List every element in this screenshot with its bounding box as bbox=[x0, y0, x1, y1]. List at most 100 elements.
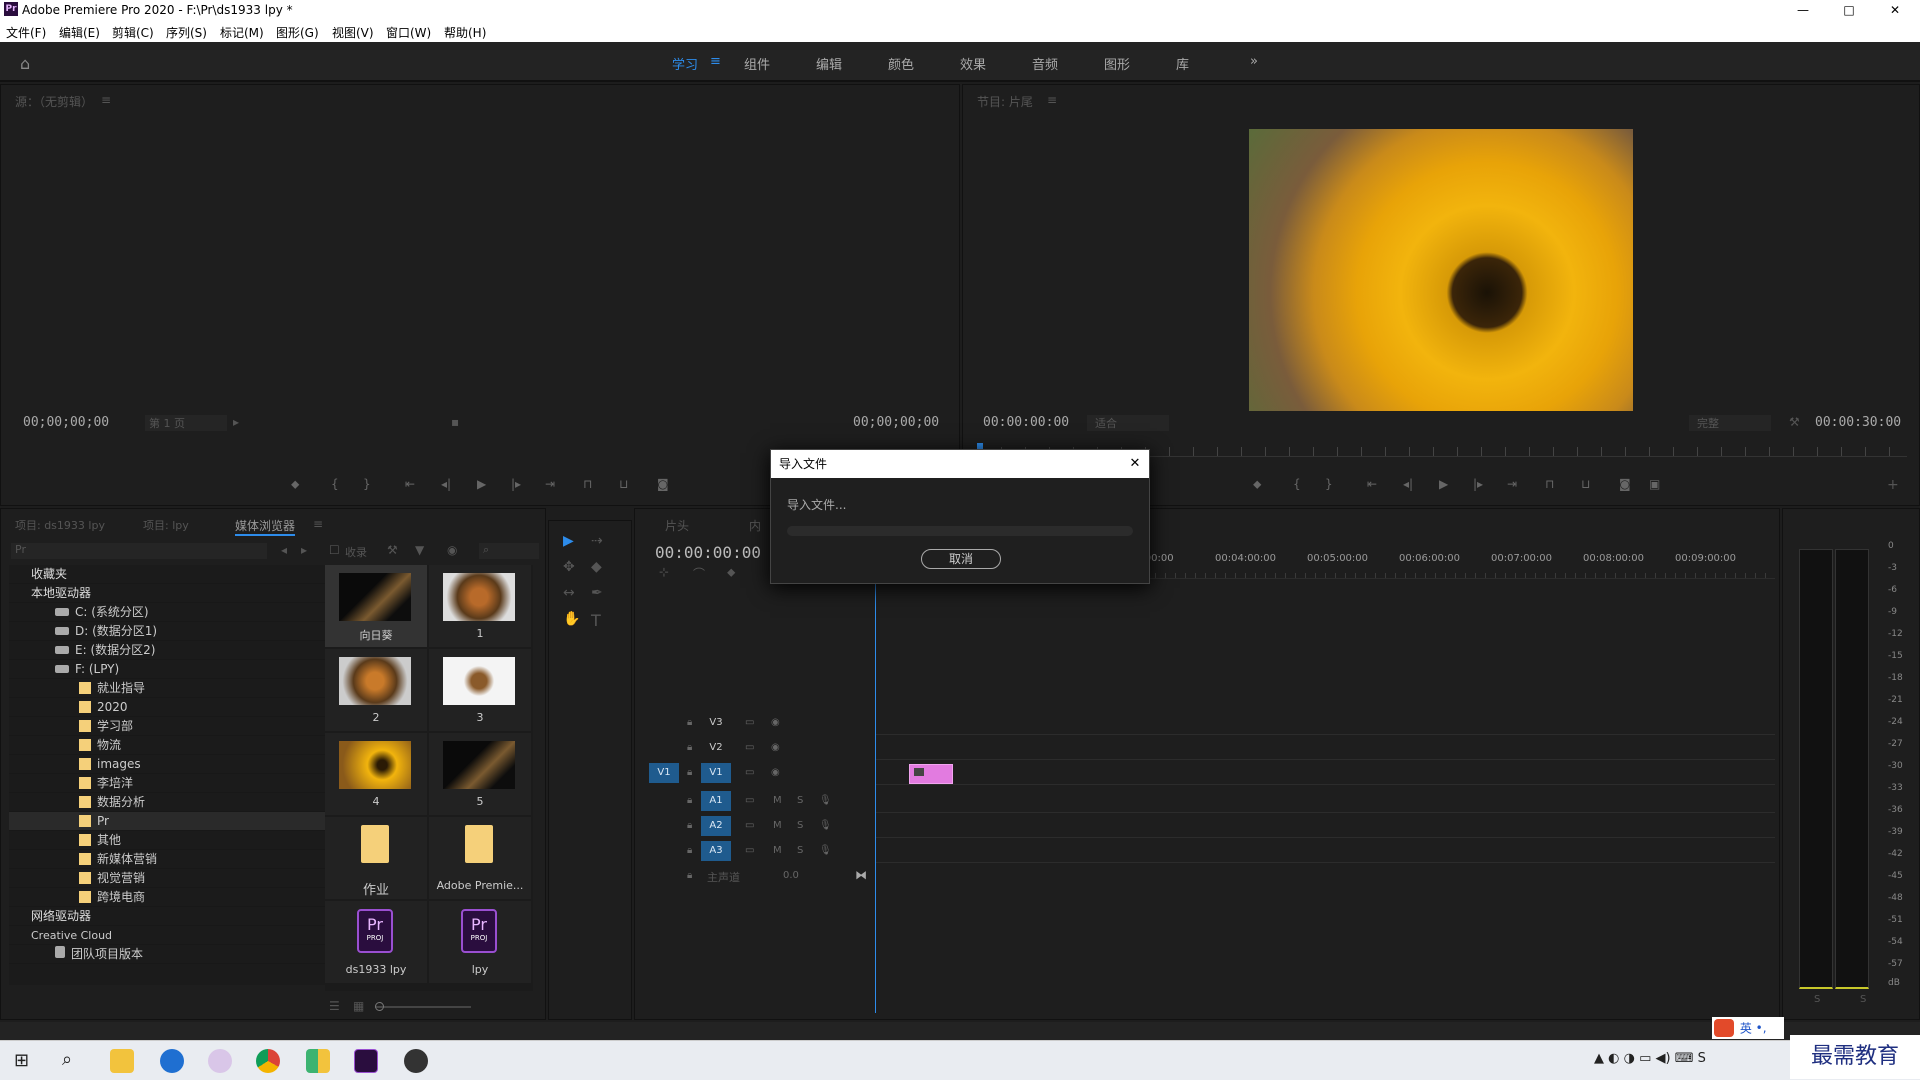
source-timecode-right[interactable]: 00;00;00;00 bbox=[853, 415, 939, 430]
program-export-frame-icon[interactable]: ◙ bbox=[1619, 477, 1631, 491]
thumbnail-item[interactable]: Pr PROJ ds1933 lpy bbox=[325, 901, 427, 983]
program-play-icon[interactable]: ▶ bbox=[1439, 477, 1448, 491]
tab-project-lpy[interactable]: 项目: lpy bbox=[143, 517, 189, 533]
compare-icon[interactable]: ▣ bbox=[1649, 477, 1660, 491]
lock-icon[interactable]: 🔒︎ bbox=[687, 870, 692, 881]
tree-network-drives[interactable]: 网络驱动器 bbox=[9, 907, 327, 926]
track-header-master[interactable]: 🔒︎ 主声道 0.0 ⧓ bbox=[635, 864, 875, 888]
play-small-icon[interactable]: ▸ bbox=[233, 415, 239, 429]
tree-creative-cloud[interactable]: Creative Cloud bbox=[9, 926, 327, 945]
tab-media-browser[interactable]: 媒体浏览器 bbox=[235, 517, 296, 536]
mute-button[interactable]: M bbox=[773, 820, 782, 831]
linked-selection-icon[interactable]: ⌒ bbox=[693, 565, 705, 582]
tree-team-projects[interactable]: 团队项目版本 bbox=[9, 945, 327, 964]
menu-help[interactable]: 帮助(H) bbox=[444, 24, 486, 41]
menu-clip[interactable]: 剪辑(C) bbox=[112, 24, 154, 41]
program-timecode-right[interactable]: 00:00:30:00 bbox=[1815, 415, 1901, 430]
add-button-icon[interactable]: + bbox=[1887, 477, 1899, 493]
track-lane-v1[interactable] bbox=[875, 761, 1775, 785]
premiere-taskbar-icon[interactable] bbox=[354, 1049, 378, 1073]
thumbnail-item[interactable]: 向日葵 bbox=[325, 565, 427, 647]
razor-tool-icon[interactable]: ◆ bbox=[591, 559, 602, 575]
thumbnail-item[interactable]: 2 bbox=[325, 649, 427, 731]
program-monitor-title[interactable]: 节目: 片尾 bbox=[977, 93, 1033, 110]
forward-arrow-icon[interactable]: ▸ bbox=[301, 543, 307, 557]
thumbnail-item[interactable]: Adobe Premie... bbox=[429, 817, 531, 899]
selection-tool-icon[interactable]: ▶ bbox=[563, 533, 574, 549]
windows-start-icon[interactable]: ⊞ bbox=[14, 1050, 29, 1071]
workspace-tab-assembly[interactable]: 组件 bbox=[744, 54, 770, 73]
menu-window[interactable]: 窗口(W) bbox=[386, 24, 431, 41]
lock-icon[interactable]: 🔒︎ bbox=[687, 742, 692, 753]
program-timecode-left[interactable]: 00:00:00:00 bbox=[983, 415, 1069, 430]
track-lane-v2[interactable] bbox=[875, 736, 1775, 760]
thumbnail-item[interactable]: 4 bbox=[325, 733, 427, 815]
file-explorer-icon[interactable] bbox=[110, 1049, 134, 1073]
tree-folder[interactable]: 视觉营销 bbox=[9, 869, 327, 888]
track-label[interactable]: A1 bbox=[701, 791, 731, 811]
workspace-tab-libraries[interactable]: 库 bbox=[1176, 54, 1189, 73]
extract-icon[interactable]: ⊔ bbox=[1581, 477, 1590, 491]
solo-button[interactable]: S bbox=[797, 820, 803, 831]
tree-folder-selected[interactable]: Pr bbox=[9, 812, 327, 831]
sync-lock-icon[interactable]: ▭ bbox=[745, 742, 754, 753]
lock-icon[interactable]: 🔒︎ bbox=[687, 795, 692, 806]
media-search-input[interactable]: ⌕ bbox=[479, 543, 539, 559]
pen-tool-icon[interactable]: ✒ bbox=[591, 585, 603, 601]
search-icon[interactable]: ⌕ bbox=[62, 1049, 72, 1070]
sync-lock-icon[interactable]: ▭ bbox=[745, 845, 754, 856]
track-header-v3[interactable]: 🔒︎ V3 ▭ ◉ bbox=[635, 711, 875, 735]
track-lane-a3[interactable] bbox=[875, 839, 1775, 863]
track-lane-a2[interactable] bbox=[875, 814, 1775, 838]
microphone-icon[interactable]: 🎙︎ bbox=[819, 845, 832, 856]
step-back-icon[interactable]: ◂| bbox=[441, 477, 451, 491]
menu-edit[interactable]: 编辑(E) bbox=[59, 24, 100, 41]
filter-icon[interactable]: ▼ bbox=[415, 543, 424, 557]
program-mark-out-icon[interactable]: } bbox=[1325, 477, 1333, 491]
program-mark-in-icon[interactable]: { bbox=[1293, 477, 1301, 491]
tree-folder[interactable]: 李培洋 bbox=[9, 774, 327, 793]
menu-file[interactable]: 文件(F) bbox=[6, 24, 46, 41]
zoom-slider[interactable] bbox=[375, 1006, 471, 1008]
tree-folder[interactable]: 跨境电商 bbox=[9, 888, 327, 907]
chrome-browser-icon[interactable] bbox=[256, 1049, 280, 1073]
program-go-to-in-icon[interactable]: ⇤ bbox=[1367, 477, 1377, 491]
type-tool-icon[interactable]: T bbox=[591, 611, 601, 630]
lock-icon[interactable]: 🔒︎ bbox=[687, 767, 692, 778]
timeline-playhead[interactable] bbox=[875, 577, 876, 1013]
program-step-forward-icon[interactable]: |▸ bbox=[1473, 477, 1483, 491]
mute-button[interactable]: M bbox=[773, 795, 782, 806]
list-view-icon[interactable]: ☰ bbox=[329, 999, 340, 1013]
back-arrow-icon[interactable]: ◂ bbox=[281, 543, 287, 557]
close-window-button[interactable]: ✕ bbox=[1872, 0, 1918, 20]
tree-folder[interactable]: 就业指导 bbox=[9, 679, 327, 698]
thumbnail-item[interactable]: 5 bbox=[429, 733, 531, 815]
track-label[interactable]: A3 bbox=[701, 841, 731, 861]
tree-drive-d[interactable]: D: (数据分区1) bbox=[9, 622, 327, 641]
hand-tool-icon[interactable]: ✋ bbox=[563, 611, 580, 627]
mark-in-icon[interactable]: { bbox=[331, 477, 339, 491]
page-select[interactable]: 第 1 页 bbox=[145, 415, 227, 431]
tree-drive-f[interactable]: F: (LPY) bbox=[9, 660, 327, 679]
video-clip[interactable] bbox=[909, 764, 953, 784]
ingest-checkbox[interactable]: ☐ bbox=[329, 543, 340, 557]
wrench-icon[interactable]: ⚒ bbox=[1789, 415, 1800, 429]
settings-icon[interactable]: ▪ bbox=[451, 415, 459, 429]
microphone-icon[interactable]: 🎙︎ bbox=[819, 820, 832, 831]
ingest-settings-icon[interactable]: ⚒ bbox=[387, 543, 398, 557]
workspace-tab-audio[interactable]: 音频 bbox=[1032, 54, 1058, 73]
track-lane-v3[interactable] bbox=[875, 711, 1775, 735]
export-frame-icon[interactable]: ◙ bbox=[657, 477, 669, 491]
go-to-out-icon[interactable]: ⇥ bbox=[545, 477, 555, 491]
microphone-icon[interactable]: 🎙︎ bbox=[819, 795, 832, 806]
path-select[interactable]: Pr bbox=[11, 543, 267, 559]
maximize-button[interactable]: □ bbox=[1826, 0, 1872, 20]
workspace-tab-graphics[interactable]: 图形 bbox=[1104, 54, 1130, 73]
program-add-marker-icon[interactable]: ⬥ bbox=[1253, 477, 1261, 492]
tree-favorites[interactable]: 收藏夹 bbox=[9, 565, 327, 584]
workspace-tab-learn[interactable]: 学习 bbox=[672, 54, 698, 73]
add-marker-timeline-icon[interactable]: ⬥ bbox=[727, 565, 735, 580]
go-to-in-icon[interactable]: ⇤ bbox=[405, 477, 415, 491]
timeline-timecode[interactable]: 00:00:00:00 bbox=[655, 543, 761, 562]
thumbnail-item[interactable]: 1 bbox=[429, 565, 531, 647]
